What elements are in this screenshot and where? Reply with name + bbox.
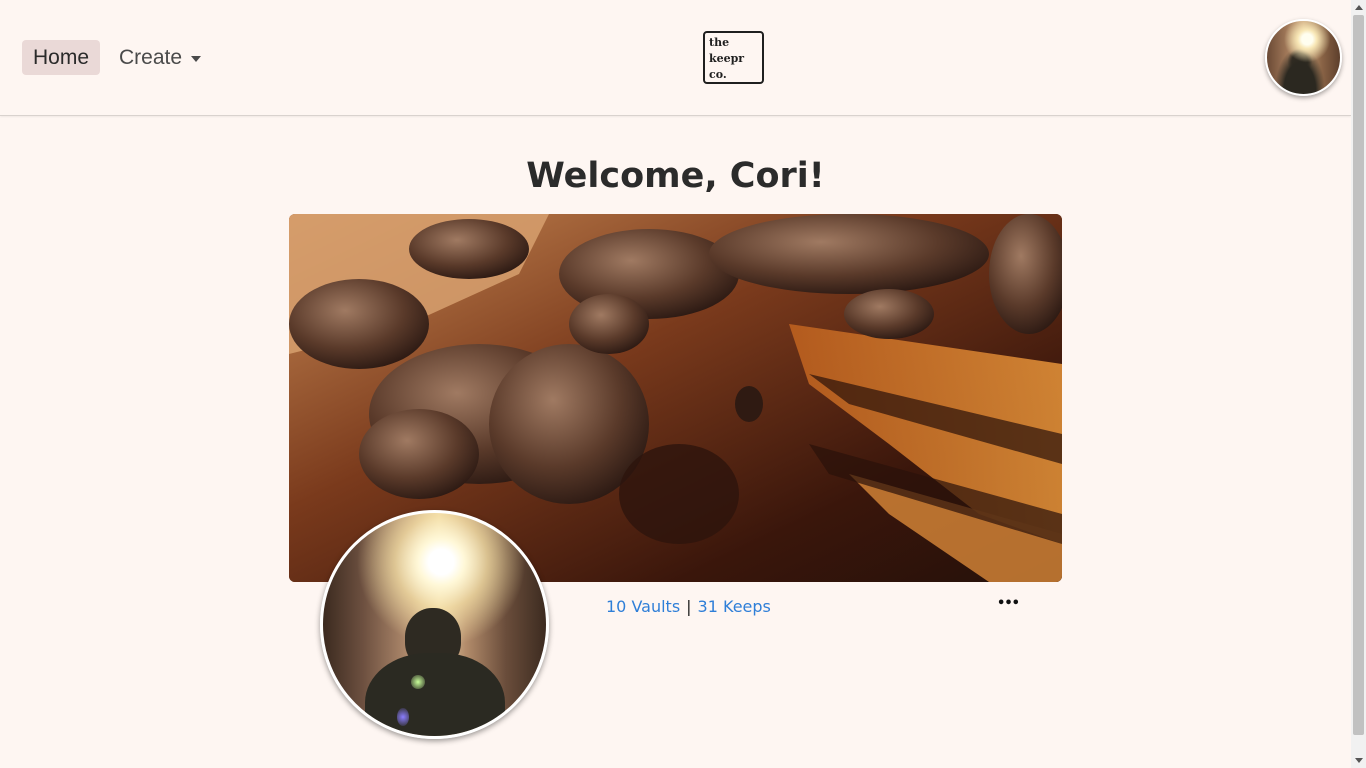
welcome-heading: Welcome, Cori! — [526, 156, 825, 196]
arrow-down-icon[interactable] — [1351, 753, 1366, 768]
navbar: Home Create the keepr co. — [0, 0, 1351, 116]
ellipsis-icon[interactable]: ••• — [997, 594, 1020, 612]
logo-line: co. — [709, 68, 727, 81]
keeps-count-link[interactable]: 31 Keeps — [698, 597, 771, 616]
profile-picture — [320, 510, 549, 739]
create-dropdown-toggle[interactable]: Create — [119, 40, 202, 75]
home-nav-button[interactable]: Home — [22, 40, 100, 75]
arrow-up-icon[interactable] — [1351, 0, 1366, 15]
create-nav-label: Create — [119, 45, 183, 69]
more-options-label: ••• — [997, 595, 1020, 611]
profile-stats: 10 Vaults | 31 Keeps — [606, 597, 771, 616]
logo-line: keepr — [709, 52, 745, 65]
account-avatar[interactable] — [1265, 19, 1342, 96]
home-nav-label: Home — [32, 45, 90, 69]
stats-separator: | — [686, 597, 692, 616]
logo-line: the — [709, 36, 730, 49]
caret-down-icon — [191, 55, 202, 62]
vertical-scrollbar[interactable] — [1351, 0, 1366, 768]
vaults-count-link[interactable]: 10 Vaults — [606, 597, 680, 616]
keepr-logo[interactable]: the keepr co. — [703, 31, 764, 84]
scrollbar-thumb[interactable] — [1353, 15, 1364, 735]
